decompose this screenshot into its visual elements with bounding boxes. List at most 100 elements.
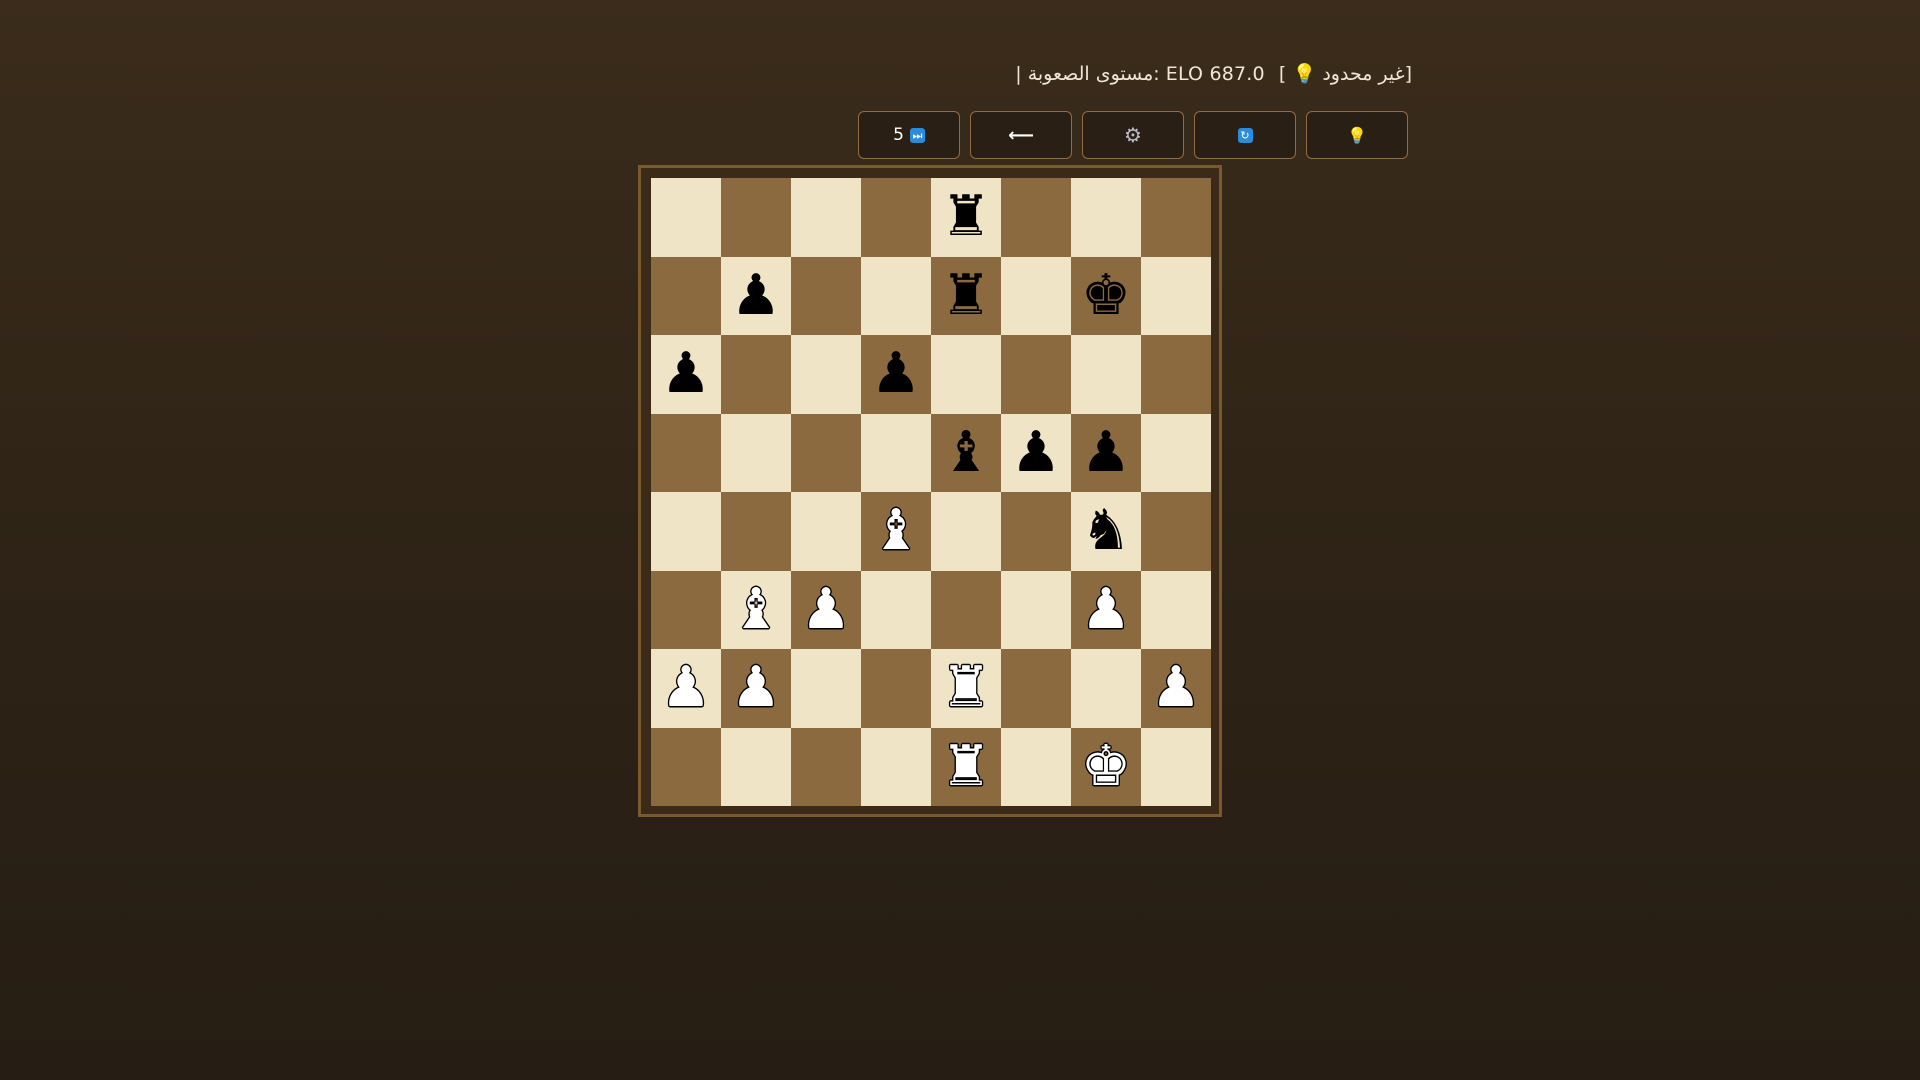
square-f6[interactable] — [1001, 335, 1071, 414]
skip-count: 5 — [893, 125, 904, 145]
square-f7[interactable] — [1001, 256, 1071, 335]
white-rook-icon[interactable]: ♜ — [941, 738, 991, 795]
gear-icon: ⚙ — [1124, 123, 1142, 147]
square-d6[interactable]: ♟ — [861, 335, 931, 414]
square-g8[interactable] — [1071, 178, 1141, 257]
square-f3[interactable] — [1001, 570, 1071, 649]
white-king-icon[interactable]: ♚ — [1081, 738, 1131, 795]
square-a4[interactable] — [651, 492, 721, 571]
white-pawn-icon[interactable]: ♟ — [1081, 581, 1131, 638]
square-a7[interactable] — [651, 256, 721, 335]
square-d7[interactable] — [861, 256, 931, 335]
square-h8[interactable] — [1141, 178, 1211, 257]
square-h4[interactable] — [1141, 492, 1211, 571]
square-f5[interactable]: ♟ — [1001, 413, 1071, 492]
black-pawn-icon[interactable]: ♟ — [871, 346, 921, 402]
settings-button[interactable]: ⚙ — [1082, 111, 1184, 159]
square-c4[interactable] — [791, 492, 861, 571]
black-pawn-icon[interactable]: ♟ — [1081, 424, 1131, 481]
square-g2[interactable] — [1071, 649, 1141, 728]
square-b5[interactable] — [721, 413, 791, 492]
square-e6[interactable] — [931, 335, 1001, 414]
square-b3[interactable]: ♝ — [721, 570, 791, 649]
difficulty-label: | مستوى الصعوبة: ELO 687.0 — [1015, 63, 1265, 85]
square-c6[interactable] — [791, 335, 861, 414]
square-d8[interactable] — [861, 178, 931, 257]
black-bishop-icon[interactable]: ♝ — [941, 424, 991, 481]
square-d2[interactable] — [861, 649, 931, 728]
square-g5[interactable]: ♟ — [1071, 413, 1141, 492]
square-e5[interactable]: ♝ — [931, 413, 1001, 492]
square-e1[interactable]: ♜ — [931, 727, 1001, 806]
square-c5[interactable] — [791, 413, 861, 492]
square-f8[interactable] — [1001, 178, 1071, 257]
square-h5[interactable] — [1141, 413, 1211, 492]
square-c8[interactable] — [791, 178, 861, 257]
square-g7[interactable]: ♚ — [1071, 256, 1141, 335]
black-rook-icon[interactable]: ♜ — [941, 267, 991, 324]
square-c3[interactable]: ♟ — [791, 570, 861, 649]
square-e8[interactable]: ♜ — [931, 178, 1001, 257]
reset-button[interactable]: ↻ — [1194, 111, 1296, 159]
square-g6[interactable] — [1071, 335, 1141, 414]
square-e2[interactable]: ♜ — [931, 649, 1001, 728]
square-c2[interactable] — [791, 649, 861, 728]
fast-forward-icon: ⏭ — [909, 127, 925, 143]
black-king-icon[interactable]: ♚ — [1081, 267, 1131, 324]
square-h6[interactable] — [1141, 335, 1211, 414]
square-a1[interactable] — [651, 727, 721, 806]
square-f2[interactable] — [1001, 649, 1071, 728]
square-d1[interactable] — [861, 727, 931, 806]
square-a2[interactable]: ♟ — [651, 649, 721, 728]
square-b8[interactable] — [721, 178, 791, 257]
square-a6[interactable]: ♟ — [651, 335, 721, 414]
black-rook-icon[interactable]: ♜ — [941, 189, 991, 245]
black-pawn-icon[interactable]: ♟ — [731, 267, 781, 324]
square-f1[interactable] — [1001, 727, 1071, 806]
white-pawn-icon[interactable]: ♟ — [731, 660, 781, 716]
square-b1[interactable] — [721, 727, 791, 806]
difficulty-status: | مستوى الصعوبة: ELO 687.0 [💡 غير محدود] — [0, 62, 1412, 85]
square-d5[interactable] — [861, 413, 931, 492]
refresh-icon: ↻ — [1237, 127, 1253, 143]
square-h7[interactable] — [1141, 256, 1211, 335]
square-h3[interactable] — [1141, 570, 1211, 649]
square-b7[interactable]: ♟ — [721, 256, 791, 335]
square-e7[interactable]: ♜ — [931, 256, 1001, 335]
white-pawn-icon[interactable]: ♟ — [801, 581, 851, 638]
square-d4[interactable]: ♝ — [861, 492, 931, 571]
white-bishop-icon[interactable]: ♝ — [731, 581, 781, 638]
black-knight-icon[interactable]: ♞ — [1081, 503, 1131, 559]
back-button[interactable]: ⟵ — [970, 111, 1072, 159]
white-pawn-icon[interactable]: ♟ — [661, 660, 711, 716]
square-c7[interactable] — [791, 256, 861, 335]
square-b4[interactable] — [721, 492, 791, 571]
square-h1[interactable] — [1141, 727, 1211, 806]
square-b2[interactable]: ♟ — [721, 649, 791, 728]
square-g1[interactable]: ♚ — [1071, 727, 1141, 806]
square-f4[interactable] — [1001, 492, 1071, 571]
square-e3[interactable] — [931, 570, 1001, 649]
white-bishop-icon[interactable]: ♝ — [871, 503, 921, 559]
lightbulb-icon: 💡 — [1292, 63, 1317, 85]
chess-board: ♜ ♟ ♜ ♚ ♟ ♟ ♝ ♟ ♟ ♝ ♞ ♝ ♟ ♟ ♟ ♟ ♜ ♟ ♜ ♚ — [651, 178, 1211, 806]
square-e4[interactable] — [931, 492, 1001, 571]
left-arrow-icon: ⟵ — [1008, 124, 1034, 146]
white-rook-icon[interactable]: ♜ — [941, 660, 991, 716]
white-pawn-icon[interactable]: ♟ — [1151, 660, 1201, 716]
square-a3[interactable] — [651, 570, 721, 649]
hint-button[interactable]: 💡 — [1306, 111, 1408, 159]
square-a8[interactable] — [651, 178, 721, 257]
black-pawn-icon[interactable]: ♟ — [661, 346, 711, 402]
square-d3[interactable] — [861, 570, 931, 649]
square-g3[interactable]: ♟ — [1071, 570, 1141, 649]
chess-board-frame: ♜ ♟ ♜ ♚ ♟ ♟ ♝ ♟ ♟ ♝ ♞ ♝ ♟ ♟ ♟ ♟ ♜ ♟ ♜ ♚ — [638, 165, 1222, 817]
square-c1[interactable] — [791, 727, 861, 806]
square-b6[interactable] — [721, 335, 791, 414]
black-pawn-icon[interactable]: ♟ — [1011, 424, 1061, 481]
skip-button[interactable]: 5 ⏭ — [858, 111, 960, 159]
square-g4[interactable]: ♞ — [1071, 492, 1141, 571]
hints-value: غير محدود] — [1322, 63, 1412, 85]
square-a5[interactable] — [651, 413, 721, 492]
square-h2[interactable]: ♟ — [1141, 649, 1211, 728]
